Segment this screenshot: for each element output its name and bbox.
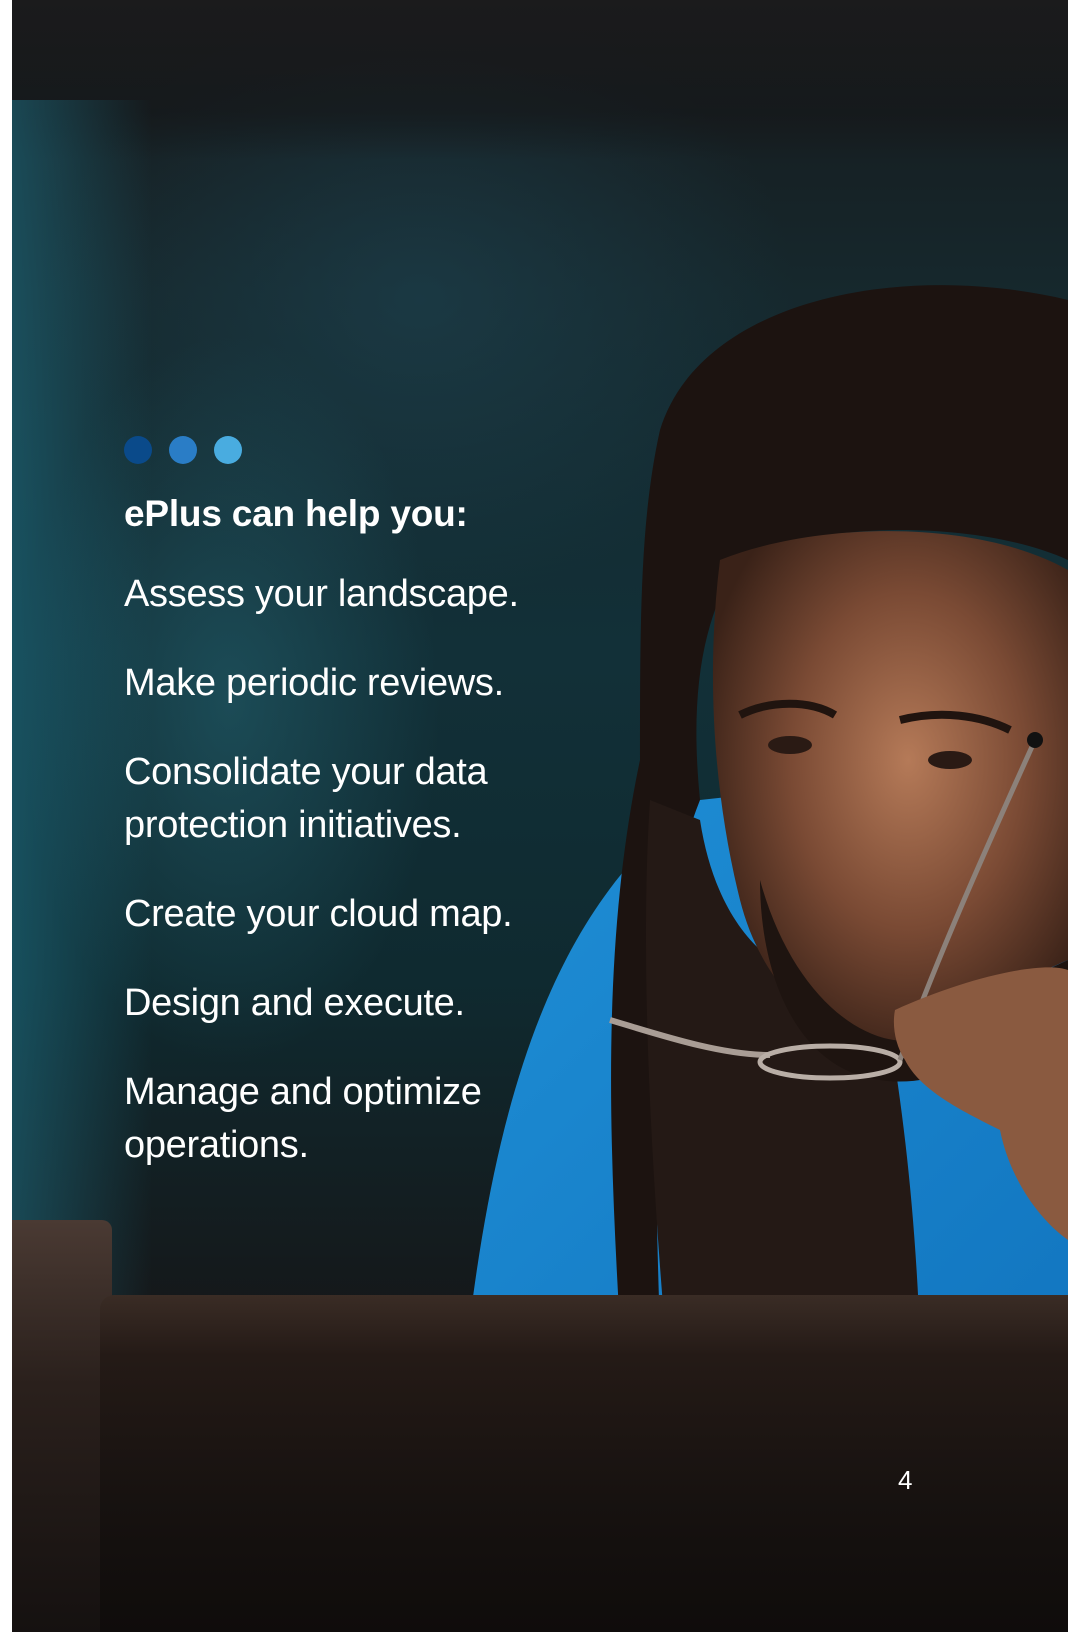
list-item: Create your cloud map.: [124, 893, 513, 935]
list-item: Design and execute.: [124, 982, 465, 1024]
page-number: 4: [898, 1465, 913, 1495]
benefits-list: Assess your landscape. Make periodic rev…: [124, 568, 584, 1208]
list-item: Make periodic reviews.: [124, 662, 504, 704]
list-item: Assess your landscape.: [124, 573, 519, 615]
laptop-corner: [12, 1220, 112, 1632]
page-margin: [0, 0, 12, 1632]
decorative-dots: [124, 436, 242, 464]
laptop: [100, 1295, 1068, 1632]
list-item: Manage and optimize operations.: [124, 1071, 482, 1166]
dot-medium-blue: [169, 436, 197, 464]
page: ePlus can help you: Assess your landscap…: [0, 0, 1068, 1632]
section-heading: ePlus can help you:: [124, 493, 468, 534]
dot-dark-blue: [124, 436, 152, 464]
dot-light-blue: [214, 436, 242, 464]
list-item: Consolidate your data protection initiat…: [124, 751, 488, 846]
